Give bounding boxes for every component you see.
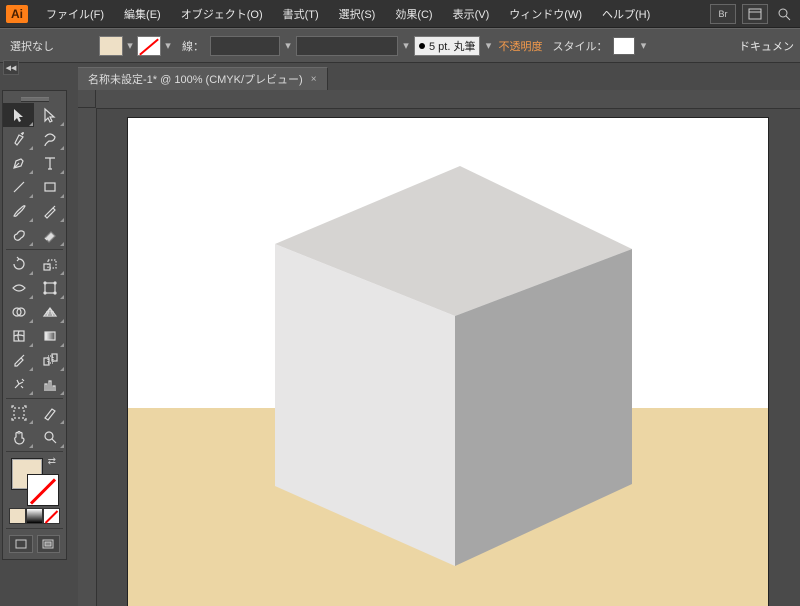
tools-panel: ⇄: [2, 90, 67, 560]
pencil-tool[interactable]: [34, 199, 65, 223]
color-mode-none[interactable]: [43, 508, 60, 524]
menu-help[interactable]: ヘルプ(H): [592, 2, 660, 26]
menu-file[interactable]: ファイル(F): [36, 2, 114, 26]
tools-panel-grip[interactable]: [3, 95, 66, 103]
brush-value: 5 pt. 丸筆: [429, 38, 475, 54]
mesh-tool[interactable]: [3, 324, 34, 348]
graphic-style-swatch[interactable]: [613, 37, 635, 55]
illustrator-window: Ai ファイル(F) 編集(E) オブジェクト(O) 書式(T) 選択(S) 効…: [0, 0, 800, 606]
brush-definition[interactable]: 5 pt. 丸筆: [414, 36, 480, 56]
variable-width-profile[interactable]: [296, 36, 398, 56]
document-tab[interactable]: 名称未設定-1* @ 100% (CMYK/プレビュー) ×: [78, 67, 328, 90]
shape-builder-tool[interactable]: [3, 300, 34, 324]
control-bar-collapse-icon[interactable]: ◀◀: [3, 60, 19, 75]
menu-object[interactable]: オブジェクト(O): [171, 2, 273, 26]
document-tab-title: 名称未設定-1* @ 100% (CMYK/プレビュー): [88, 71, 303, 87]
direct-selection-tool[interactable]: [34, 103, 65, 127]
symbol-sprayer-tool[interactable]: [3, 372, 34, 396]
document-area: [78, 90, 800, 606]
cube-shape: [270, 166, 640, 566]
brush-dot-icon: [419, 43, 425, 49]
width-tool[interactable]: [3, 276, 34, 300]
artboard: [128, 118, 768, 606]
color-mode-solid[interactable]: [9, 508, 26, 524]
horizontal-ruler[interactable]: [96, 90, 800, 109]
fill-stroke-indicator[interactable]: ⇄: [9, 456, 60, 502]
paintbrush-tool[interactable]: [3, 199, 34, 223]
color-mode-row: [3, 506, 66, 526]
free-transform-tool[interactable]: [34, 276, 65, 300]
menu-window[interactable]: ウィンドウ(W): [499, 2, 592, 26]
stroke-dropdown-icon[interactable]: ▾: [164, 37, 172, 55]
eraser-tool[interactable]: [34, 223, 65, 247]
rectangle-tool[interactable]: [34, 175, 65, 199]
menu-select[interactable]: 選択(S): [329, 2, 386, 26]
bridge-button[interactable]: Br: [710, 4, 736, 24]
menu-view[interactable]: 表示(V): [443, 2, 500, 26]
magic-wand-tool[interactable]: [3, 127, 34, 151]
ruler-origin[interactable]: [78, 90, 96, 108]
document-tab-strip: 名称未設定-1* @ 100% (CMYK/プレビュー) ×: [78, 68, 328, 90]
fill-dropdown-icon[interactable]: ▾: [126, 37, 134, 55]
scale-tool[interactable]: [34, 252, 65, 276]
fill-swatch[interactable]: [99, 36, 123, 56]
stroke-weight-input[interactable]: [210, 36, 280, 56]
rotate-tool[interactable]: [3, 252, 34, 276]
style-label: スタイル：: [552, 38, 607, 54]
slice-tool[interactable]: [34, 401, 65, 425]
gradient-tool[interactable]: [34, 324, 65, 348]
artboard-tool[interactable]: [3, 401, 34, 425]
screen-mode-row: [3, 531, 66, 559]
stroke-swatch[interactable]: [137, 36, 161, 56]
perspective-grid-tool[interactable]: [34, 300, 65, 324]
canvas[interactable]: [96, 108, 800, 606]
app-logo-icon: Ai: [6, 5, 28, 23]
control-bar: 選択なし ▾ ▾ 線： ▾ ▾ 5 pt. 丸筆 ▾ 不透明度 スタイル： ▾ …: [0, 28, 800, 63]
zoom-tool[interactable]: [34, 425, 65, 449]
blend-tool[interactable]: [34, 348, 65, 372]
vertical-ruler[interactable]: [78, 108, 97, 606]
color-mode-gradient[interactable]: [26, 508, 43, 524]
blob-brush-tool[interactable]: [3, 223, 34, 247]
eyedropper-tool[interactable]: [3, 348, 34, 372]
hand-tool[interactable]: [3, 425, 34, 449]
close-tab-icon[interactable]: ×: [311, 74, 317, 85]
stroke-weight-dropdown-icon[interactable]: ▾: [284, 37, 292, 55]
document-setup-label[interactable]: ドキュメン: [739, 38, 794, 54]
menu-bar: Ai ファイル(F) 編集(E) オブジェクト(O) 書式(T) 選択(S) 効…: [0, 0, 800, 28]
selection-tool[interactable]: [3, 103, 34, 127]
menu-type[interactable]: 書式(T): [273, 2, 329, 26]
swap-fill-stroke-icon[interactable]: ⇄: [48, 456, 56, 467]
screen-mode-button[interactable]: [37, 535, 61, 553]
lasso-tool[interactable]: [34, 127, 65, 151]
menu-effect[interactable]: 効果(C): [385, 2, 442, 26]
column-graph-tool[interactable]: [34, 372, 65, 396]
pen-tool[interactable]: [3, 151, 34, 175]
selection-indicator: 選択なし: [10, 38, 54, 54]
width-profile-dropdown-icon[interactable]: ▾: [402, 37, 410, 55]
stroke-color-box[interactable]: [27, 474, 59, 506]
line-segment-tool[interactable]: [3, 175, 34, 199]
stroke-label: 線：: [182, 38, 204, 54]
draw-mode-button[interactable]: [9, 535, 33, 553]
brush-dropdown-icon[interactable]: ▾: [484, 37, 492, 55]
opacity-label[interactable]: 不透明度: [498, 38, 542, 54]
style-dropdown-icon[interactable]: ▾: [639, 37, 647, 55]
search-icon[interactable]: [774, 5, 794, 23]
menu-edit[interactable]: 編集(E): [114, 2, 171, 26]
arrange-documents-button[interactable]: [742, 4, 768, 24]
type-tool[interactable]: [34, 151, 65, 175]
